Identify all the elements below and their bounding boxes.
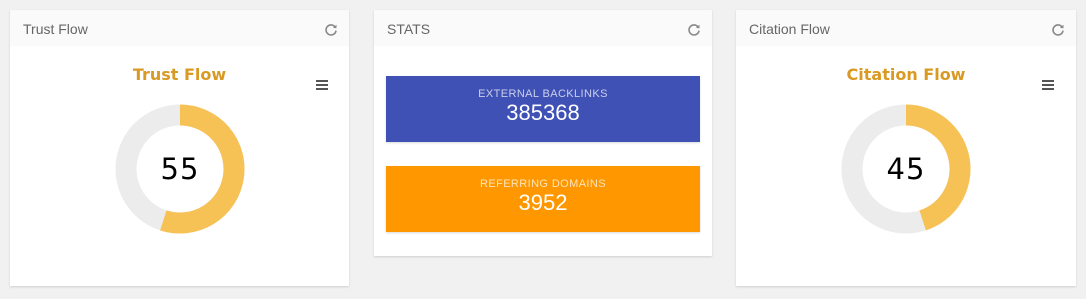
citation-flow-card: Citation Flow Citation Flow 45	[736, 10, 1076, 286]
trust-flow-card: Trust Flow Trust Flow 55	[10, 10, 349, 286]
trust-flow-value: 55	[160, 152, 200, 186]
refresh-icon[interactable]	[687, 23, 701, 37]
referring-domains-value: 3952	[518, 190, 568, 215]
hamburger-menu-icon[interactable]	[315, 79, 329, 91]
card-header: Trust Flow	[10, 10, 349, 46]
stats-card: STATS EXTERNAL BACKLINKS 385368 REFERRIN…	[374, 10, 712, 256]
card-title: Citation Flow	[749, 21, 830, 37]
chart-title: Trust Flow	[132, 65, 227, 84]
hamburger-menu-icon[interactable]	[1041, 79, 1055, 91]
external-backlinks-box: EXTERNAL BACKLINKS 385368	[386, 76, 700, 142]
citation-flow-value: 45	[886, 152, 926, 186]
chart-title: Citation Flow	[846, 65, 966, 84]
card-title: STATS	[387, 21, 431, 37]
refresh-icon[interactable]	[324, 23, 338, 37]
external-backlinks-value: 385368	[506, 100, 580, 125]
referring-domains-label: REFERRING DOMAINS	[480, 178, 606, 190]
card-title: Trust Flow	[23, 21, 88, 37]
external-backlinks-label: EXTERNAL BACKLINKS	[478, 88, 608, 100]
card-header: Citation Flow	[736, 10, 1076, 46]
card-header: STATS	[374, 10, 712, 46]
refresh-icon[interactable]	[1051, 23, 1065, 37]
referring-domains-box: REFERRING DOMAINS 3952	[386, 166, 700, 232]
